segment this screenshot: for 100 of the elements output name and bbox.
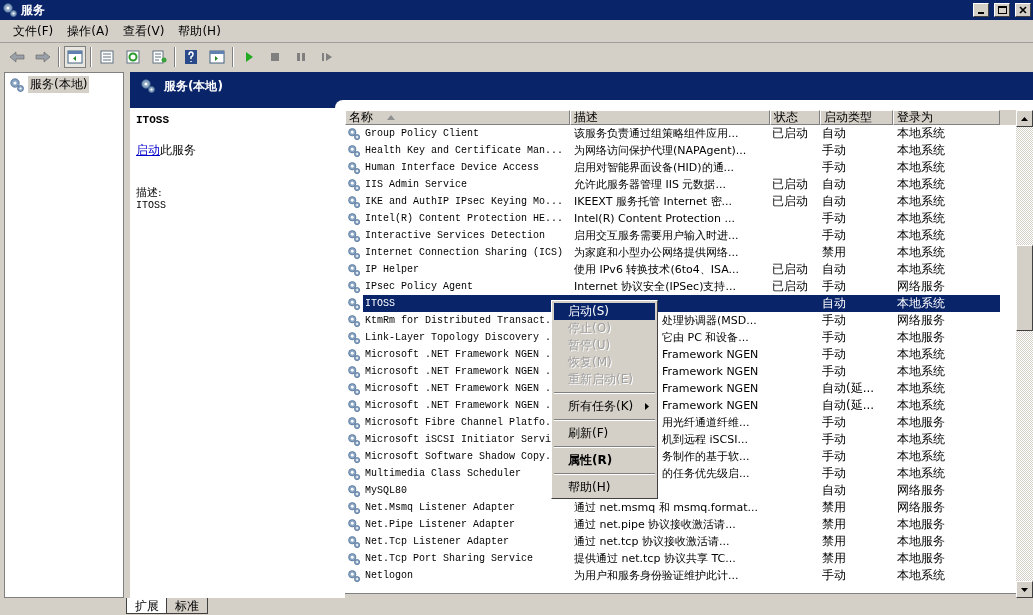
- description-cell: Framework NGEN: [662, 348, 759, 361]
- startup-type-cell: 手动: [822, 210, 846, 227]
- minimize-button[interactable]: [973, 3, 989, 17]
- service-icon: [347, 500, 361, 515]
- name-cell: IKE and AuthIP IPsec Keying Mo...: [365, 196, 564, 207]
- logon-cell: 本地系统: [897, 210, 945, 227]
- logon-cell: 本地系统: [897, 363, 945, 380]
- description-cell: 务制作的基于软...: [662, 449, 750, 464]
- tree-toggle-button[interactable]: [64, 45, 86, 68]
- startup-type-cell: 手动: [822, 346, 846, 363]
- service-icon: [347, 398, 361, 413]
- column-header[interactable]: 启动类型: [820, 110, 893, 125]
- maximize-button[interactable]: [994, 3, 1010, 17]
- description-cell: 该服务负责通过组策略组件应用...: [574, 126, 739, 141]
- menu-item[interactable]: 操作(A): [60, 22, 116, 40]
- pane-icon: [67, 48, 83, 65]
- up-arrow-icon: [1021, 116, 1028, 121]
- menu-item[interactable]: 刷新(F): [554, 425, 655, 442]
- column-header[interactable]: 名称: [345, 110, 570, 125]
- service-icon: [347, 483, 361, 498]
- column-header[interactable]: 状态: [770, 110, 820, 125]
- status-cell: 已启动: [772, 125, 808, 142]
- description-cell: IKEEXT 服务托管 Internet 密...: [574, 194, 733, 209]
- description-cell: 处理协调器(MSD...: [662, 313, 757, 328]
- startup-type-cell: 禁用: [822, 533, 846, 550]
- services-icon: [2, 2, 18, 18]
- status-cell: 已启动: [772, 278, 808, 295]
- refresh-icon: [125, 48, 141, 65]
- logon-cell: 本地系统: [897, 346, 945, 363]
- logon-cell: 本地系统: [897, 465, 945, 482]
- scroll-down-button[interactable]: [1016, 581, 1033, 598]
- startup-type-cell: 手动: [822, 278, 846, 295]
- service-icon: [347, 143, 361, 158]
- view-tab[interactable]: 扩展: [126, 598, 168, 614]
- description-cell: 它由 PC 和设备...: [662, 330, 749, 345]
- service-name: ITOSS: [136, 114, 170, 126]
- name-cell: ITOSS: [363, 295, 570, 312]
- service-icon: [347, 415, 361, 430]
- name-cell: Link-Layer Topology Discovery .: [365, 332, 552, 343]
- logon-cell: 本地系统: [897, 142, 945, 159]
- logon-cell: 网络服务: [897, 278, 945, 295]
- maximize-icon: [997, 6, 1007, 14]
- name-cell: Microsoft iSCSI Initiator Servi: [365, 434, 552, 445]
- service-icon: [347, 177, 361, 192]
- service-icon: [347, 211, 361, 226]
- startup-type-cell: 手动: [822, 159, 846, 176]
- tree-item[interactable]: 服务(本地): [28, 76, 90, 93]
- view-tab[interactable]: 标准: [166, 598, 208, 614]
- menu-item[interactable]: 属性(R): [554, 452, 655, 469]
- export-list-icon: [151, 48, 167, 65]
- pane-icon: [209, 48, 225, 65]
- close-button[interactable]: [1015, 3, 1031, 17]
- scroll-thumb[interactable]: [1016, 245, 1033, 331]
- startup-type-cell: 禁用: [822, 244, 846, 261]
- document-icon: [99, 48, 115, 65]
- logon-cell: 本地系统: [893, 295, 1000, 312]
- logon-cell: 本地系统: [897, 397, 945, 414]
- startup-type-cell: 自动: [822, 125, 846, 142]
- services-icon: [140, 78, 156, 94]
- description-cell: 启用对智能界面设备(HID)的通...: [574, 160, 735, 175]
- services-icon: [9, 76, 25, 93]
- name-cell: IIS Admin Service: [365, 179, 468, 190]
- startup-type-cell: 手动: [822, 142, 846, 159]
- logon-cell: 本地服务: [897, 329, 945, 346]
- name-cell: Internet Connection Sharing (ICS): [365, 247, 564, 258]
- menu-item[interactable]: 帮助(H): [554, 479, 655, 496]
- logon-cell: 本地系统: [897, 380, 945, 397]
- name-cell: Human Interface Device Access: [365, 162, 540, 173]
- menu-item[interactable]: 帮助(H): [171, 22, 228, 40]
- menu-item[interactable]: 查看(V): [115, 22, 172, 40]
- startup-type-cell: 禁用: [822, 550, 846, 567]
- column-header[interactable]: 登录为: [893, 110, 1000, 125]
- column-header[interactable]: 描述: [570, 110, 770, 125]
- logon-cell: 网络服务: [897, 312, 945, 329]
- menu-item[interactable]: 文件(F): [6, 22, 61, 40]
- name-cell: KtmRm for Distributed Transact.: [365, 315, 552, 326]
- service-icon: [347, 381, 361, 396]
- name-cell: Interactive Services Detection: [365, 230, 546, 241]
- status-cell: 已启动: [772, 176, 808, 193]
- logon-cell: 本地系统: [897, 244, 945, 261]
- name-cell: Multimedia Class Scheduler: [365, 468, 522, 479]
- startup-type-cell: 手动: [822, 414, 846, 431]
- service-icon: [347, 330, 361, 345]
- logon-cell: 本地系统: [897, 567, 945, 584]
- scrollbar[interactable]: [1016, 110, 1033, 598]
- description-cell: 为用户和服务身份验证维护此计...: [574, 568, 739, 583]
- start-link[interactable]: 启动: [136, 143, 160, 157]
- description-cell: 使用 IPv6 转换技术(6to4、ISA...: [574, 262, 739, 277]
- action-sentence: 启动此服务: [136, 142, 197, 159]
- name-cell: Microsoft Fibre Channel Platfo.: [365, 417, 552, 428]
- logon-cell: 本地系统: [897, 448, 945, 465]
- name-cell: Microsoft .NET Framework NGEN .: [365, 383, 552, 394]
- menu-item[interactable]: 启动(S): [554, 303, 655, 320]
- forward-arrow-icon: [35, 48, 51, 65]
- startup-type-cell: 自动: [822, 482, 846, 499]
- name-cell: MySQL80: [365, 485, 407, 496]
- menu-item[interactable]: 所有任务(K): [554, 398, 655, 415]
- scroll-up-button[interactable]: [1016, 110, 1033, 127]
- startup-type-cell: 手动: [822, 227, 846, 244]
- service-icon: [347, 347, 361, 362]
